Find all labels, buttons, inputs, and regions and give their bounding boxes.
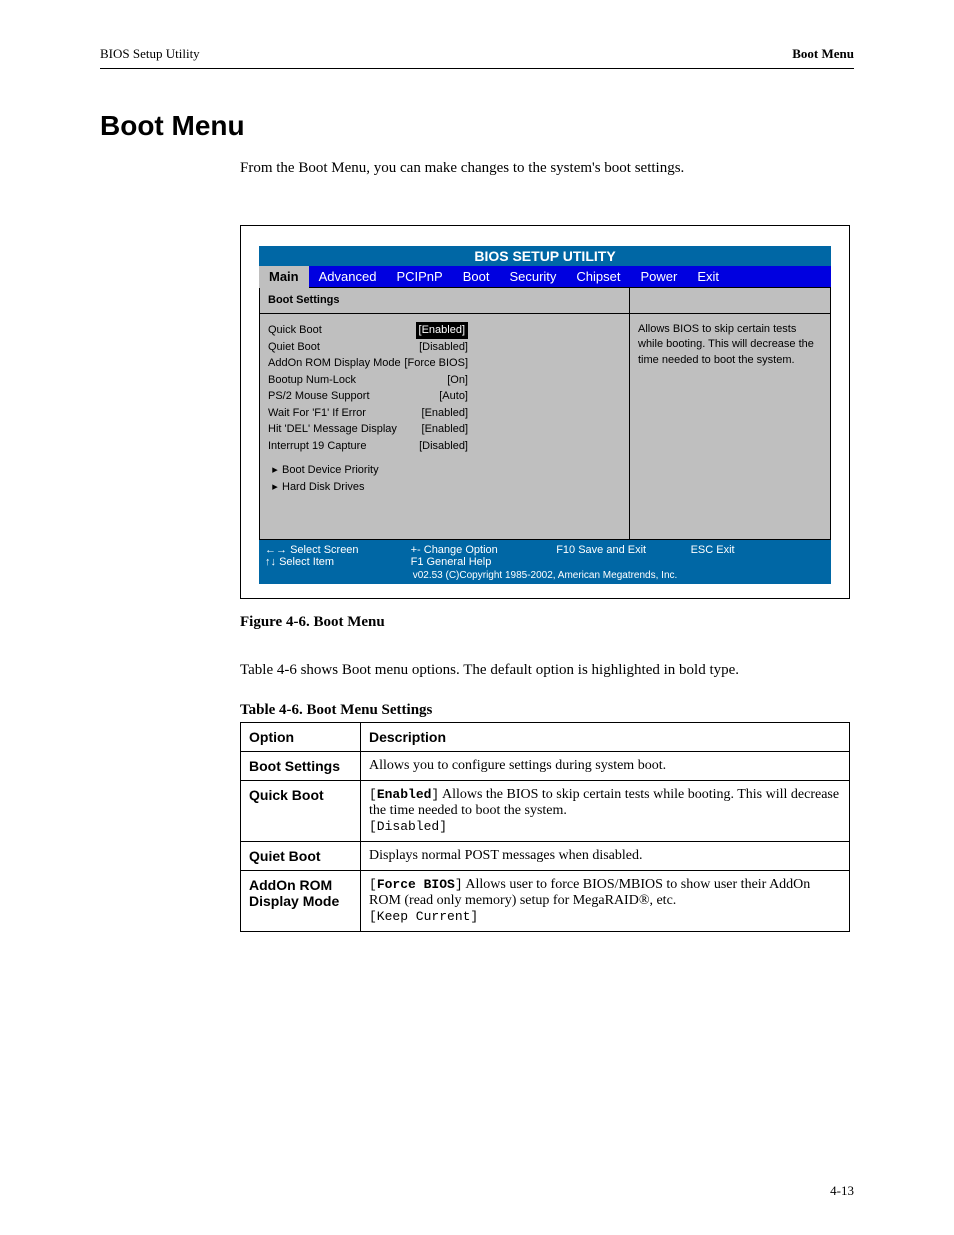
table-row: Quick Boot [Enabled] Allows the BIOS to … <box>241 781 850 842</box>
option-cell: Quiet Boot <box>241 842 361 871</box>
bios-help-text: Allows BIOS to skip certain tests while … <box>630 314 830 539</box>
table-row: AddOn ROM Display Mode [Force BIOS] Allo… <box>241 871 850 932</box>
key-label: F10 <box>556 544 575 556</box>
page: BIOS Setup Utility Boot Menu Boot Menu F… <box>0 0 954 1235</box>
option-cell: AddOn ROM Display Mode <box>241 871 361 932</box>
tab-boot[interactable]: Boot <box>453 266 500 288</box>
setting-row[interactable]: Quick Boot[Enabled] <box>268 322 468 339</box>
setting-row[interactable]: PS/2 Mouse Support[Auto] <box>268 388 468 405</box>
bios-left-body: Quick Boot[Enabled] Quiet Boot[Disabled]… <box>260 314 629 539</box>
table-intro: Table 4-6 shows Boot menu options. The d… <box>240 660 854 680</box>
bios-left-head: Boot Settings <box>260 288 629 314</box>
bios-figure: BIOS SETUP UTILITY MainAdvancedPCIPnPBoo… <box>240 225 850 599</box>
tab-security[interactable]: Security <box>499 266 566 288</box>
chevron-right-icon: ▸ <box>268 479 282 496</box>
settings-table: Option Description Boot Settings Allows … <box>240 722 850 932</box>
setting-row[interactable]: Interrupt 19 Capture[Disabled] <box>268 438 468 455</box>
tab-chipset[interactable]: Chipset <box>566 266 630 288</box>
header-rule <box>100 68 854 69</box>
tab-exit[interactable]: Exit <box>687 266 729 288</box>
key-label: ←→ <box>265 544 287 556</box>
table-caption: Table 4-6. Boot Menu Settings <box>240 702 432 719</box>
bios-right-pane: Allows BIOS to skip certain tests while … <box>630 288 830 539</box>
table-row: Boot Settings Allows you to configure se… <box>241 752 850 781</box>
key-label: F1 <box>411 556 424 568</box>
bios-right-head <box>630 288 830 314</box>
running-head-left: BIOS Setup Utility <box>100 46 200 62</box>
setting-row[interactable]: AddOn ROM Display Mode[Force BIOS] <box>268 355 468 372</box>
setting-row[interactable]: Hit 'DEL' Message Display[Enabled] <box>268 421 468 438</box>
submenu-row[interactable]: ▸Hard Disk Drives <box>268 479 621 496</box>
setting-row[interactable]: Wait For 'F1' If Error[Enabled] <box>268 405 468 422</box>
col-option: Option <box>241 723 361 752</box>
key-label: ESC <box>691 544 714 556</box>
table-row: Quiet Boot Displays normal POST messages… <box>241 842 850 871</box>
chevron-right-icon: ▸ <box>268 462 282 479</box>
bios-title-bar: BIOS SETUP UTILITY <box>259 246 831 266</box>
page-number: 4-13 <box>830 1183 854 1199</box>
bios-menubar: MainAdvancedPCIPnPBootSecurityChipsetPow… <box>259 266 831 288</box>
key-label: ↑↓ <box>265 556 276 568</box>
tab-main[interactable]: Main <box>259 266 309 288</box>
col-description: Description <box>361 723 850 752</box>
page-title: Boot Menu <box>100 110 245 142</box>
bios-left-pane: Boot Settings Quick Boot[Enabled] Quiet … <box>260 288 630 539</box>
running-head-right: Boot Menu <box>792 46 854 62</box>
tab-power[interactable]: Power <box>631 266 688 288</box>
description-cell: [Enabled] Allows the BIOS to skip certai… <box>361 781 850 842</box>
figure-caption: Figure 4-6. Boot Menu <box>240 614 854 631</box>
description-cell: Displays normal POST messages when disab… <box>361 842 850 871</box>
tab-pcipnp[interactable]: PCIPnP <box>386 266 452 288</box>
table-header-row: Option Description <box>241 723 850 752</box>
setting-row[interactable]: Bootup Num-Lock[On] <box>268 372 468 389</box>
option-cell: Boot Settings <box>241 752 361 781</box>
setting-row[interactable]: Quiet Boot[Disabled] <box>268 339 468 356</box>
bios-copyright: v02.53 (C)Copyright 1985-2002, American … <box>265 568 825 581</box>
description-cell: [Force BIOS] Allows user to force BIOS/M… <box>361 871 850 932</box>
bios-panel: Boot Settings Quick Boot[Enabled] Quiet … <box>259 287 831 540</box>
key-label: +- <box>411 544 421 556</box>
bios-footer: ←→ Select Screen +- Change Option F10 Sa… <box>259 540 831 584</box>
submenu-row[interactable]: ▸Boot Device Priority <box>268 462 621 479</box>
description-cell: Allows you to configure settings during … <box>361 752 850 781</box>
option-cell: Quick Boot <box>241 781 361 842</box>
tab-advanced[interactable]: Advanced <box>309 266 387 288</box>
intro-text: From the Boot Menu, you can make changes… <box>240 158 854 178</box>
